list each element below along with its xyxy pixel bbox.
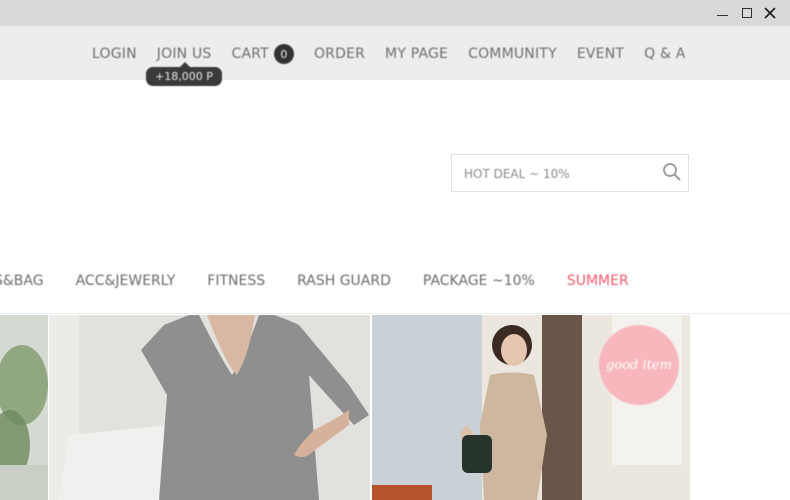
window-titlebar (0, 0, 790, 26)
top-nav: LOGIN JOIN US CART 0 ORDER MY PAGE COMMU… (92, 44, 706, 64)
top-bar: LOGIN JOIN US CART 0 ORDER MY PAGE COMMU… (0, 26, 790, 80)
cart-count-badge: 0 (273, 44, 294, 64)
nav-login[interactable]: LOGIN (92, 46, 137, 62)
nav-join-us[interactable]: JOIN US (157, 46, 212, 62)
nav-my-page[interactable]: MY PAGE (385, 46, 448, 62)
category-rash-guard[interactable]: RASH GUARD (297, 273, 391, 289)
nav-community[interactable]: COMMUNITY (468, 46, 557, 62)
nav-event[interactable]: EVENT (577, 46, 624, 62)
nav-divider (0, 313, 790, 314)
search-box (451, 154, 689, 192)
category-package[interactable]: PACKAGE ~10% (423, 273, 535, 289)
nav-cart-label: CART (231, 46, 269, 62)
close-icon[interactable] (760, 3, 780, 23)
maximize-icon[interactable] (737, 3, 757, 23)
search-input[interactable] (462, 164, 646, 184)
join-points-tooltip: +18,000 P (146, 62, 222, 86)
nav-cart[interactable]: CART 0 (232, 44, 294, 64)
category-fitness[interactable]: FITNESS (207, 273, 265, 289)
search-icon[interactable] (662, 162, 682, 182)
product-image-plant[interactable] (0, 315, 48, 500)
category-shoes-bag[interactable]: S&BAG (0, 273, 44, 289)
minimize-icon[interactable] (712, 3, 732, 23)
product-image-gray-knit-dress[interactable] (49, 315, 370, 500)
nav-qna[interactable]: Q & A (644, 46, 685, 62)
category-summer[interactable]: SUMMER (567, 273, 629, 289)
good-item-badge: good item (599, 325, 679, 405)
category-acc-jewelry[interactable]: ACC&JEWERLY (76, 273, 176, 289)
category-nav: S&BAG ACC&JEWERLY FITNESS RASH GUARD PAC… (0, 270, 661, 292)
nav-order[interactable]: ORDER (314, 46, 365, 62)
